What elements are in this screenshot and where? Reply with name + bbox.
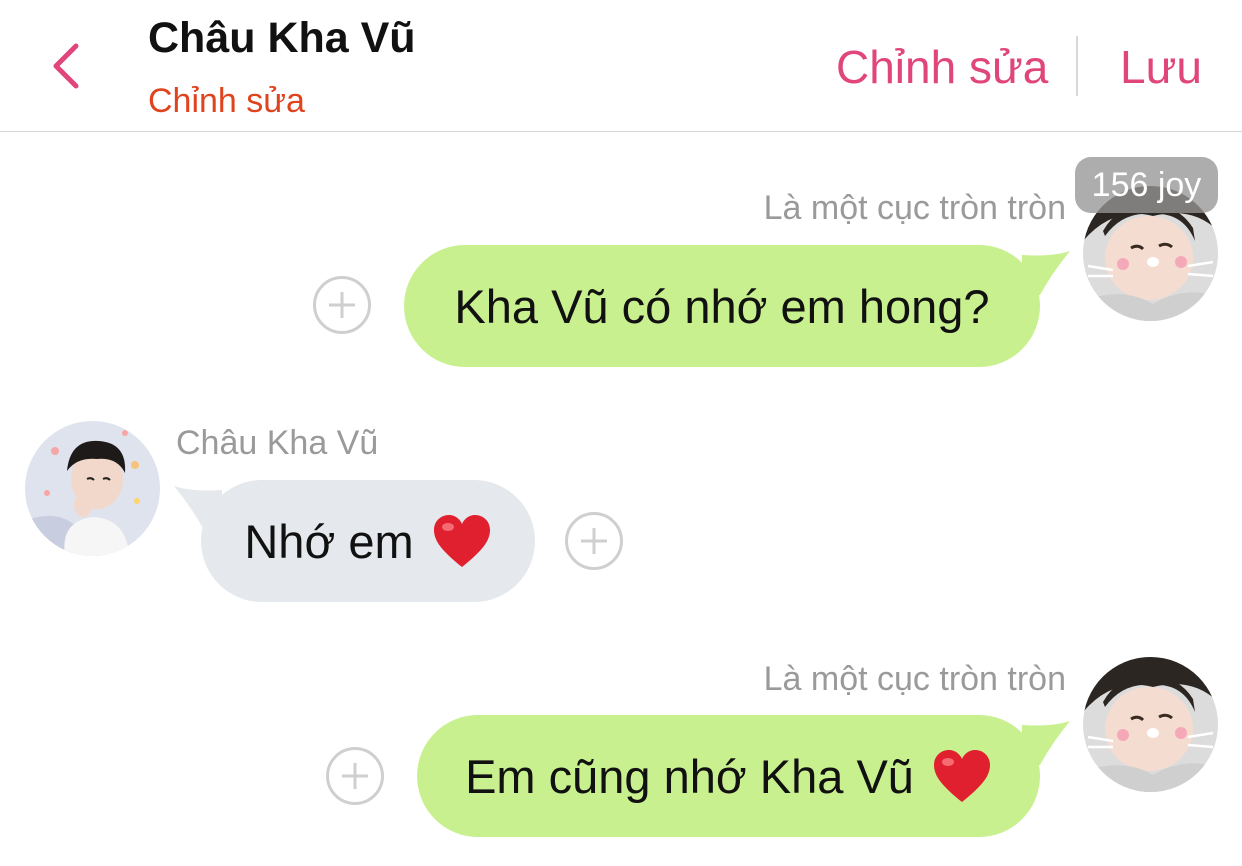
sender-name: Là một cục tròn tròn (763, 189, 1066, 227)
message-bubble-outgoing[interactable]: Kha Vũ có nhớ em hong? (404, 245, 1040, 367)
reward-badge: 156 joy (1075, 157, 1218, 213)
chat-subtitle[interactable]: Chỉnh sửa (148, 82, 305, 121)
message-text: Kha Vũ có nhớ em hong? (454, 279, 990, 333)
message-text: Em cũng nhớ Kha Vũ (465, 749, 914, 803)
message-text: Nhớ em (244, 514, 414, 568)
plus-icon (329, 292, 355, 318)
chat-title: Châu Kha Vũ (148, 14, 416, 62)
header-divider (1076, 36, 1078, 96)
message-bubble-incoming[interactable]: Nhớ em (201, 480, 535, 602)
sender-name: Châu Kha Vũ (176, 424, 379, 462)
heart-icon (933, 750, 990, 802)
heart-icon (433, 515, 490, 567)
avatar-self[interactable] (1083, 657, 1218, 792)
avatar-self-image (1083, 657, 1218, 792)
add-reaction-button[interactable] (326, 747, 384, 805)
chevron-left-icon (53, 43, 79, 89)
edit-button[interactable]: Chỉnh sửa (836, 40, 1048, 94)
sender-name: Là một cục tròn tròn (763, 660, 1066, 698)
add-reaction-button[interactable] (313, 276, 371, 334)
add-reaction-button[interactable] (565, 512, 623, 570)
plus-icon (581, 528, 607, 554)
back-button[interactable] (38, 36, 98, 96)
avatar-contact-image (25, 421, 160, 556)
avatar-contact[interactable] (25, 421, 160, 556)
save-button[interactable]: Lưu (1120, 40, 1202, 94)
plus-icon (342, 763, 368, 789)
message-bubble-outgoing[interactable]: Em cũng nhớ Kha Vũ (417, 715, 1040, 837)
chat-header: Châu Kha Vũ Chỉnh sửa Chỉnh sửa Lưu (0, 0, 1242, 132)
